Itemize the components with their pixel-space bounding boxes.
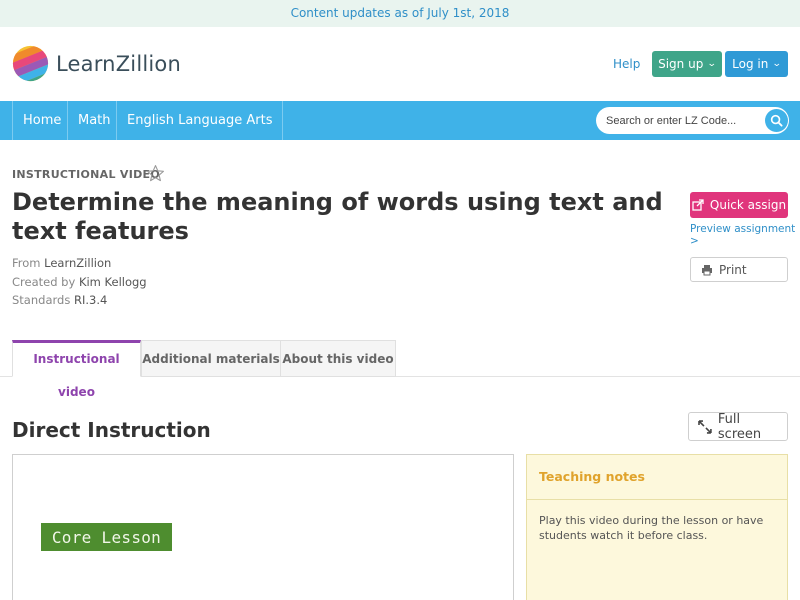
teaching-notes-body: Play this video during the lesson or hav… <box>539 514 764 542</box>
core-lesson-badge: Core Lesson <box>41 523 172 551</box>
share-icon <box>692 199 704 211</box>
print-button[interactable]: Print <box>690 257 788 282</box>
logo-icon <box>12 45 49 82</box>
update-banner: Content updates as of July 1st, 2018 <box>0 0 800 27</box>
tab-about-this-video[interactable]: About this video <box>280 340 396 377</box>
nav-item-ela[interactable]: English Language Arts <box>116 101 284 140</box>
print-label: Print <box>719 262 747 277</box>
fullscreen-button[interactable]: Full screen <box>688 411 788 442</box>
page-title: Determine the meaning of words using tex… <box>12 188 663 245</box>
quick-assign-button[interactable]: Quick assign <box>690 192 788 218</box>
site-header: LearnZillion Help Sign up ⌄ Log in ⌄ <box>0 27 800 101</box>
nav-item-math[interactable]: Math <box>67 101 121 140</box>
logo[interactable]: LearnZillion <box>12 45 181 82</box>
meta-created-label: Created by <box>12 275 76 289</box>
quick-assign-label: Quick assign <box>709 198 787 212</box>
signup-button[interactable]: Sign up ⌄ <box>652 51 722 77</box>
login-label: Log in <box>732 57 769 71</box>
search-icon <box>770 114 783 127</box>
content-type-label: INSTRUCTIONAL VIDEO <box>12 168 161 181</box>
expand-icon <box>698 419 712 434</box>
search-input[interactable] <box>596 107 766 134</box>
search-button[interactable] <box>765 109 788 132</box>
meta-standards: Standards RI.3.4 <box>12 293 107 307</box>
chevron-down-icon: ⌄ <box>772 59 782 69</box>
print-icon <box>702 264 712 275</box>
nav-item-home[interactable]: Home <box>12 101 71 140</box>
login-button[interactable]: Log in ⌄ <box>725 51 788 77</box>
meta-from-label: From <box>12 256 41 270</box>
tab-instructional-video[interactable]: Instructional video <box>12 340 141 399</box>
meta-from-value[interactable]: LearnZillion <box>44 256 111 270</box>
chevron-down-icon: ⌄ <box>707 59 718 69</box>
signup-label: Sign up <box>658 57 704 71</box>
preview-assignment-link[interactable]: Preview assignment > <box>690 223 800 247</box>
help-link[interactable]: Help <box>613 57 640 71</box>
fullscreen-label: Full screen <box>717 411 762 442</box>
section-title: Direct Instruction <box>12 418 211 442</box>
tab-additional-materials[interactable]: Additional materials <box>141 340 281 377</box>
meta-created: Created by Kim Kellogg <box>12 275 147 289</box>
logo-text: LearnZillion <box>56 51 181 76</box>
meta-standards-value[interactable]: RI.3.4 <box>74 293 107 307</box>
main-nav: Home Math English Language Arts <box>0 101 800 140</box>
teaching-notes-title: Teaching notes <box>539 469 645 484</box>
meta-created-value[interactable]: Kim Kellogg <box>79 275 147 289</box>
meta-from: From LearnZillion <box>12 256 111 270</box>
search-box <box>596 107 789 134</box>
meta-standards-label: Standards <box>12 293 71 307</box>
star-icon[interactable] <box>146 164 165 183</box>
